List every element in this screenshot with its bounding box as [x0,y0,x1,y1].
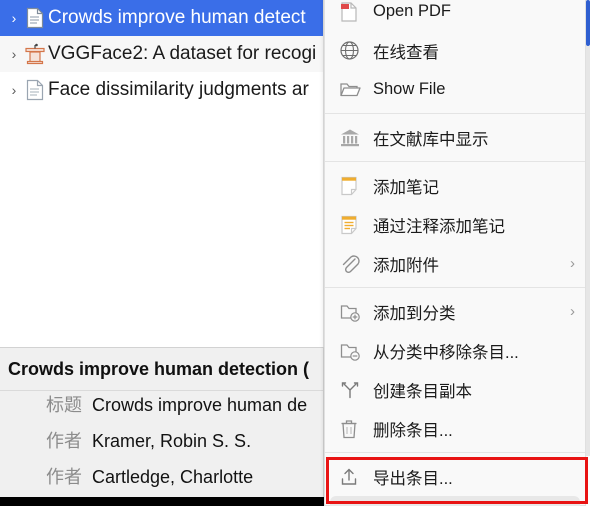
metadata-label: 作者 [46,431,82,451]
document-icon [22,7,48,29]
menu-item-label: 创建条目副本 [373,382,472,401]
metadata-row[interactable]: 标题 Crowds improve human de [0,391,331,427]
list-item-title: Face dissimilarity judgments ar [48,79,309,100]
paperclip-icon [339,253,373,275]
pdf-file-icon [339,1,373,23]
item-details-pane: Crowds improve human detection ( 标题 Crow… [0,347,331,497]
menu-item-label: 从分类中移除条目... [373,343,519,362]
menu-separator [325,161,585,162]
duplicate-icon [339,379,373,400]
menu-item-label: 添加到分类 [373,304,456,323]
conference-paper-icon [22,43,48,65]
zotero-window: › Crowds improve human detect › VGGFace2… [0,0,595,506]
menu-item-label: Show File [373,80,446,98]
menu-separator [325,287,585,288]
menu-item-label: 添加附件 [373,256,439,275]
chevron-right-icon[interactable]: › [6,11,22,25]
metadata-label: 标题 [46,395,82,415]
metadata-row[interactable]: 作者 Cartledge, Charlotte [0,463,331,499]
menu-item-label: Open PDF [373,2,451,20]
menu-item-create-bibliography[interactable]: 1 2 3 用所选条目创建参考文献表... [330,496,580,506]
submenu-arrow: › [570,303,575,320]
add-to-collection-icon [339,302,373,322]
submenu-arrow: › [570,255,575,272]
annotated-note-icon [339,214,373,236]
list-item-title: VGGFace2: A dataset for recogi [48,43,317,64]
remove-from-collection-icon [339,341,373,361]
globe-icon [339,40,373,61]
metadata-label: 作者 [46,467,82,487]
menu-item-show-file[interactable]: Show File [325,70,585,109]
metadata-value[interactable]: Cartledge, Charlotte [92,467,253,488]
menu-item-add-note-from-annotations[interactable]: 通过注释添加笔记 [325,205,585,244]
document-icon [22,79,48,101]
menu-item-add-to-collection[interactable]: 添加到分类 › [325,292,585,331]
item-list[interactable]: › Crowds improve human detect › VGGFace2… [0,0,331,347]
menu-item-remove-from-collection[interactable]: 从分类中移除条目... [325,331,585,370]
menu-item-open-pdf[interactable]: Open PDF [325,0,585,31]
menu-item-label: 在文献库中显示 [373,130,489,149]
note-icon [339,175,373,197]
list-item[interactable]: › Crowds improve human detect [0,0,331,36]
menu-item-label: 导出条目... [373,469,453,488]
page-title: Crowds improve human detection ( [0,348,331,391]
menu-item-view-online[interactable]: 在线查看 [325,31,585,70]
list-item[interactable]: › Face dissimilarity judgments ar [0,72,331,108]
metadata-value[interactable]: Kramer, Robin S. S. [92,431,251,452]
menu-item-add-attachment[interactable]: 添加附件 › [325,244,585,283]
library-icon [339,127,373,148]
list-item-title: Crowds improve human detect [48,7,306,28]
scrollbar-thumb[interactable] [586,0,590,46]
trash-icon [339,418,373,440]
export-icon [339,466,373,487]
left-pane: › Crowds improve human detect › VGGFace2… [0,0,331,506]
menu-item-delete-item[interactable]: 删除条目... [325,409,585,448]
menu-item-label: 在线查看 [373,43,439,62]
menu-item-show-in-library[interactable]: 在文献库中显示 [325,118,585,157]
menu-item-label: 通过注释添加笔记 [373,217,505,236]
menu-item-add-note[interactable]: 添加笔记 [325,166,585,205]
menu-item-export-items[interactable]: 导出条目... [325,457,585,496]
chevron-right-icon[interactable]: › [6,83,22,97]
menu-separator [325,452,585,453]
menu-item-label: 删除条目... [373,421,453,440]
metadata-row[interactable]: 作者 Kramer, Robin S. S. [0,427,331,463]
folder-icon [339,80,373,99]
menu-item-label: 添加笔记 [373,178,439,197]
scrollbar-track[interactable] [586,46,590,456]
window-bottom-bar [0,497,331,506]
metadata-value[interactable]: Crowds improve human de [92,395,307,416]
menu-item-duplicate-item[interactable]: 创建条目副本 [325,370,585,409]
chevron-right-icon[interactable]: › [6,47,22,61]
menu-separator [325,113,585,114]
list-item[interactable]: › VGGFace2: A dataset for recogi [0,36,331,72]
context-menu[interactable]: Open PDF 在线查看 Show File 在文献库中显示 添加笔记 通过注… [324,0,586,506]
